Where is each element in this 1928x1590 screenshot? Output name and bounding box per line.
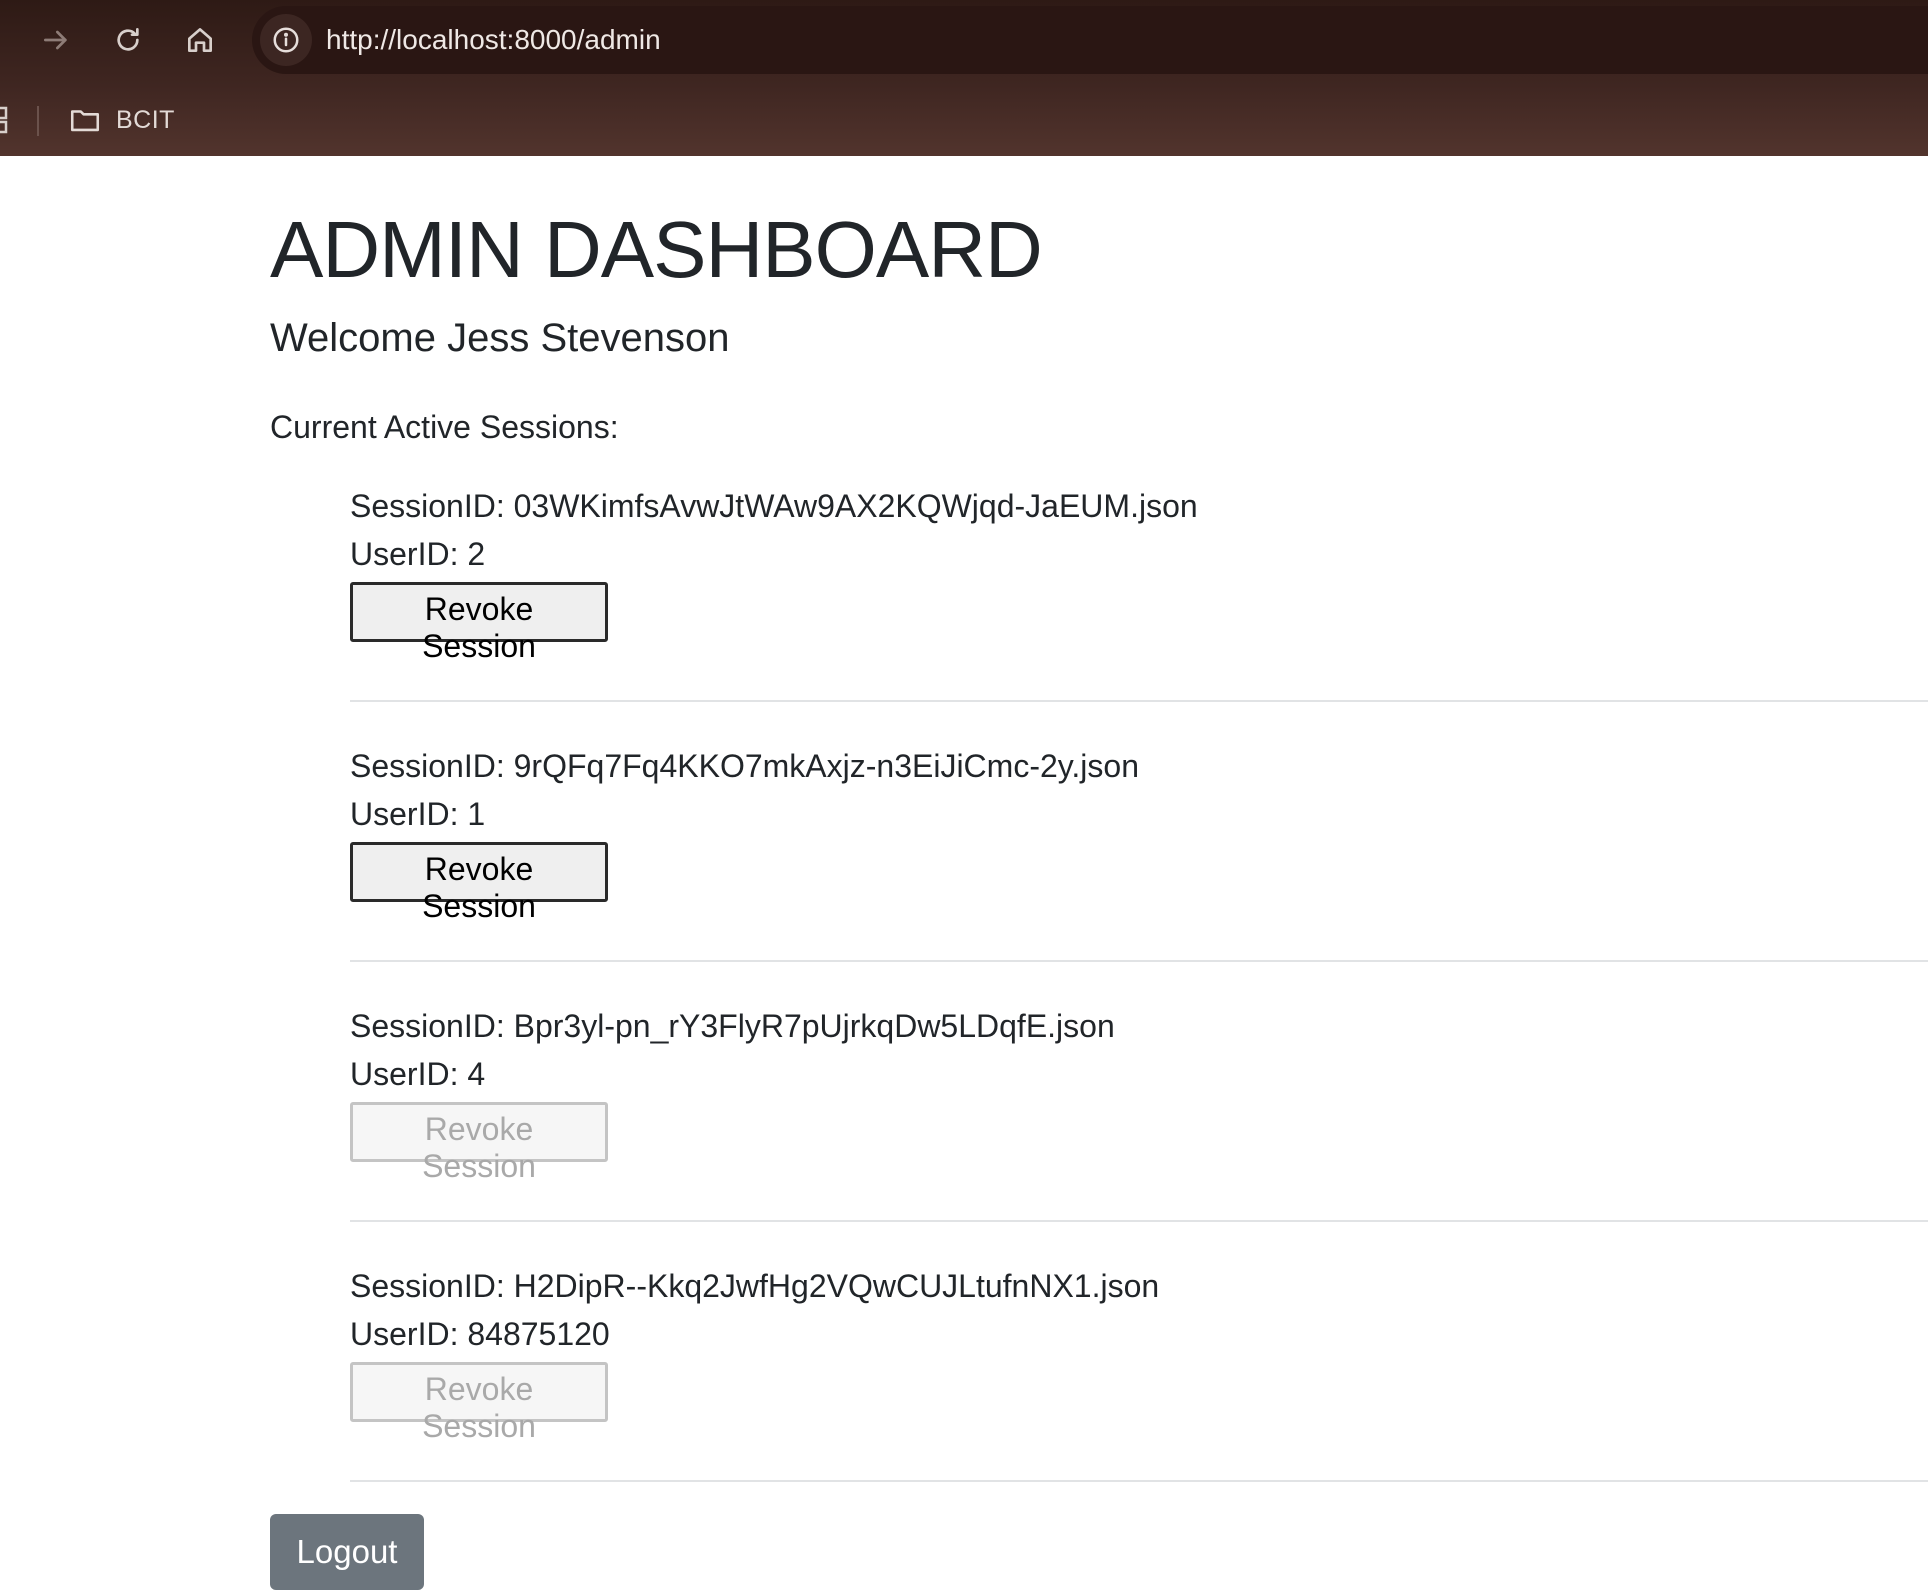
info-icon xyxy=(273,27,299,53)
folder-icon xyxy=(70,110,100,132)
session-item: SessionID: H2DipR--Kkq2JwfHg2VQwCUJLtufn… xyxy=(350,1262,1928,1482)
home-icon xyxy=(188,28,212,52)
revoke-session-button-disabled: Revoke Session xyxy=(350,1102,608,1184)
bookmarks-separator xyxy=(37,106,39,136)
revoke-session-button[interactable]: Revoke Session xyxy=(350,842,608,924)
browser-chrome: http://localhost:8000/admin BCIT xyxy=(0,0,1928,156)
page-title: ADMIN DASHBOARD xyxy=(270,205,1043,294)
forward-button[interactable] xyxy=(34,18,78,62)
session-list: SessionID: 03WKimfsAvwJtWAw9AX2KQWjqd-Ja… xyxy=(350,482,1928,1482)
logout-button[interactable]: Logout xyxy=(270,1514,424,1590)
url-text[interactable]: http://localhost:8000/admin xyxy=(326,24,661,56)
reload-icon xyxy=(117,28,139,51)
bookmark-folder-bcit[interactable]: BCIT xyxy=(68,98,175,142)
site-info-button[interactable] xyxy=(260,14,312,66)
apps-grid-icon[interactable] xyxy=(0,106,8,139)
session-item: SessionID: 9rQFq7Fq4KKO7mkAxjz-n3EiJiCmc… xyxy=(350,742,1928,962)
user-id: UserID: 4 xyxy=(350,1056,486,1092)
bookmarks-bar: BCIT xyxy=(0,92,1928,148)
user-id: UserID: 2 xyxy=(350,536,486,572)
welcome-text: Welcome Jess Stevenson xyxy=(270,316,730,360)
revoke-session-button[interactable]: Revoke Session xyxy=(350,582,608,664)
browser-toolbar: http://localhost:8000/admin xyxy=(0,0,1928,80)
bookmark-label: BCIT xyxy=(116,105,175,134)
session-id: SessionID: 03WKimfsAvwJtWAw9AX2KQWjqd-Ja… xyxy=(350,488,1198,524)
session-item: SessionID: Bpr3yl-pn_rY3FlyR7pUjrkqDw5LD… xyxy=(350,1002,1928,1222)
sessions-heading: Current Active Sessions: xyxy=(270,409,619,445)
user-id: UserID: 84875120 xyxy=(350,1316,610,1352)
session-item: SessionID: 03WKimfsAvwJtWAw9AX2KQWjqd-Ja… xyxy=(350,482,1928,702)
reload-button[interactable] xyxy=(106,18,150,62)
session-id: SessionID: H2DipR--Kkq2JwfHg2VQwCUJLtufn… xyxy=(350,1268,1160,1304)
arrow-right-icon xyxy=(44,30,67,50)
address-bar[interactable]: http://localhost:8000/admin xyxy=(252,6,1928,74)
user-id: UserID: 1 xyxy=(350,796,486,832)
revoke-session-button-disabled: Revoke Session xyxy=(350,1362,608,1444)
session-id: SessionID: 9rQFq7Fq4KKO7mkAxjz-n3EiJiCmc… xyxy=(350,748,1139,784)
session-id: SessionID: Bpr3yl-pn_rY3FlyR7pUjrkqDw5LD… xyxy=(350,1008,1115,1044)
admin-page: ADMIN DASHBOARD Welcome Jess Stevenson C… xyxy=(0,156,1928,1590)
home-button[interactable] xyxy=(178,18,222,62)
